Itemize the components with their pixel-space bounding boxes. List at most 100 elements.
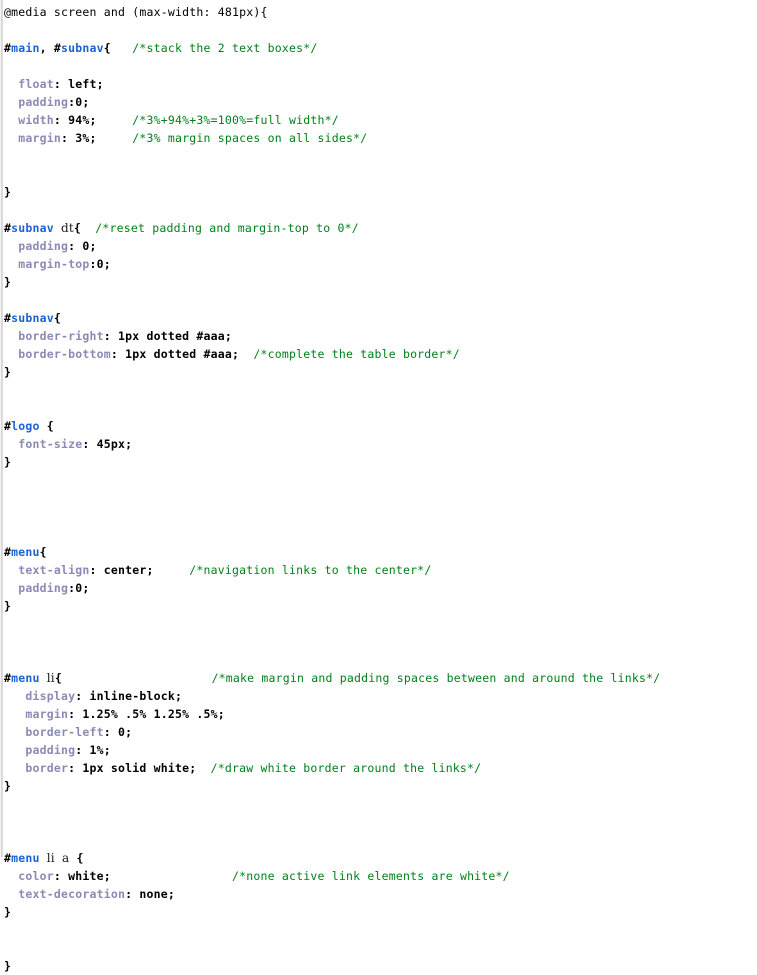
code-token-brace: } <box>4 959 12 973</box>
code-line: border-left: 0; <box>4 723 757 741</box>
code-token-val: : 1px solid white; <box>68 761 197 775</box>
code-token-brace: } <box>4 185 12 199</box>
code-token-cmt: /*stack the 2 text boxes*/ <box>132 41 318 55</box>
code-token-sel-id: logo <box>11 419 40 433</box>
code-token-val: : 0; <box>68 239 97 253</box>
code-token-brace: } <box>4 779 12 793</box>
code-token-val: : none; <box>125 887 175 901</box>
code-line: padding: 1%; <box>4 741 757 759</box>
code-token-brace: { <box>103 41 111 55</box>
code-token-cmt: /*reset padding and margin-top to 0*/ <box>95 221 359 235</box>
code-token-prop: padding <box>18 239 69 253</box>
code-line: padding: 0; <box>4 237 757 255</box>
code-token-sel-el: li <box>46 671 55 685</box>
code-line: text-decoration: none; <box>4 885 757 903</box>
code-token-prop: border-right <box>18 329 104 343</box>
code-line: float: left; <box>4 75 757 93</box>
code-token-val: : 0; <box>103 725 133 739</box>
code-line: #subnav dt{ /*reset padding and margin-t… <box>4 219 757 237</box>
code-token-prop: text-decoration <box>18 887 126 901</box>
code-token-sel-id: subnav <box>11 311 54 325</box>
code-token-cmt: /*none active link elements are white*/ <box>231 869 510 883</box>
code-text-area[interactable]: @media screen and (max-width: 481px){ #m… <box>4 0 757 975</box>
code-token-punct: , <box>39 41 54 55</box>
code-line: border-right: 1px dotted #aaa; <box>4 327 757 345</box>
code-token-val: : center; <box>89 563 154 577</box>
code-line: padding:0; <box>4 579 757 597</box>
code-token-val: : 45px; <box>82 437 133 451</box>
code-line: width: 94%; /*3%+94%+3%=100%=full width*… <box>4 111 757 129</box>
code-token-cmt: /*draw white border around the links*/ <box>210 761 482 775</box>
code-token-val: : 1px dotted #aaa; <box>103 329 232 343</box>
code-line: #menu li{ /*make margin and padding spac… <box>4 669 757 687</box>
code-token-val: :0; <box>68 95 90 109</box>
code-token-plain: @media screen and (max-width: 481px){ <box>4 5 268 19</box>
code-token-prop: padding <box>18 581 69 595</box>
code-token-brace: } <box>4 365 12 379</box>
code-token-brace: { <box>39 545 47 559</box>
code-line: #logo { <box>4 417 757 435</box>
code-line: #subnav{ <box>4 309 757 327</box>
code-line: margin: 3%; /*3% margin spaces on all si… <box>4 129 757 147</box>
code-token-sel-el: dt <box>61 221 74 235</box>
code-token-prop: margin <box>25 707 69 721</box>
code-line: margin: 1.25% .5% 1.25% .5%; <box>4 705 757 723</box>
code-token-prop: border-bottom <box>18 347 111 361</box>
code-line: } <box>4 777 757 795</box>
code-line: margin-top:0; <box>4 255 757 273</box>
code-line: display: inline-block; <box>4 687 757 705</box>
code-line: @media screen and (max-width: 481px){ <box>4 3 757 21</box>
code-token-val: :0; <box>89 257 111 271</box>
code-line: text-align: center; /*navigation links t… <box>4 561 757 579</box>
code-token-hash: # <box>53 41 61 55</box>
code-line: } <box>4 363 757 381</box>
code-token-prop: width <box>18 113 54 127</box>
code-token-brace: } <box>4 275 12 289</box>
code-token-prop: border-left <box>25 725 104 739</box>
code-token-val: : inline-block; <box>75 689 183 703</box>
code-token-prop: padding <box>18 95 69 109</box>
code-token-brace: { <box>76 851 84 865</box>
code-token-brace: { <box>54 671 62 685</box>
code-token-prop: margin <box>18 131 61 145</box>
code-token-sel-id: subnav <box>11 221 54 235</box>
code-token-sel-id: menu <box>11 545 40 559</box>
code-token-cmt: /*3%+94%+3%=100%=full width*/ <box>132 113 339 127</box>
code-line: border: 1px solid white; /*draw white bo… <box>4 759 757 777</box>
code-line: } <box>4 597 757 615</box>
code-token-prop: float <box>18 77 54 91</box>
code-line: #main, #subnav{ /*stack the 2 text boxes… <box>4 39 757 57</box>
code-token-cmt: /*navigation links to the center*/ <box>189 563 432 577</box>
code-token-prop: color <box>18 869 54 883</box>
code-listing: @media screen and (max-width: 481px){ #m… <box>0 0 757 973</box>
